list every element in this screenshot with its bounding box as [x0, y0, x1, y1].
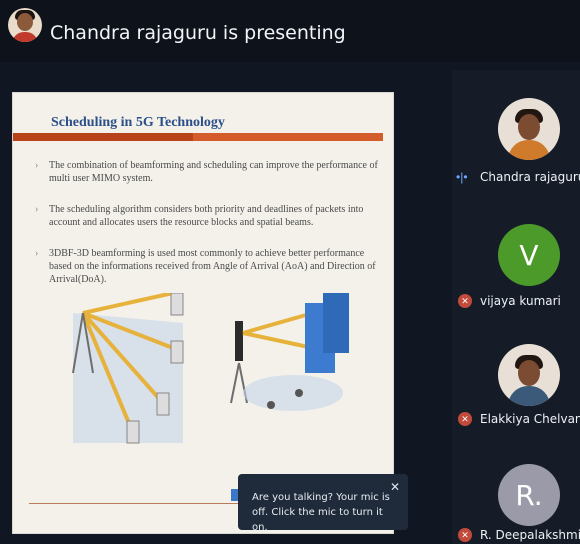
- participant-tile[interactable]: V ✕ vijaya kumari: [452, 190, 580, 308]
- presenter-avatar: [8, 8, 42, 42]
- participant-tile[interactable]: •|• Chandra rajaguru: [452, 70, 580, 184]
- participant-name: Chandra rajaguru: [480, 170, 580, 184]
- avatar: [498, 98, 560, 160]
- mic-off-icon: ✕: [458, 294, 472, 308]
- notification-message: Are you talking? Your mic is off. Click …: [252, 492, 390, 533]
- close-icon[interactable]: ✕: [390, 480, 400, 494]
- participant-name: vijaya kumari: [480, 294, 561, 308]
- participants-sidebar: •|• Chandra rajaguru V ✕ vijaya kumari ✕…: [452, 70, 580, 544]
- presenting-banner: Chandra rajaguru is presenting: [0, 0, 580, 62]
- participant-tile[interactable]: R. ✕ R. Deepalakshmi: [452, 430, 580, 544]
- avatar: V: [498, 224, 560, 286]
- shared-slide: Scheduling in 5G Technology The combinat…: [12, 92, 394, 534]
- avatar: R.: [498, 464, 560, 526]
- avatar: [498, 344, 560, 406]
- mic-off-icon: ✕: [458, 412, 472, 426]
- slide-bullet: The scheduling algorithm considers both …: [35, 203, 381, 229]
- participant-name: R. Deepalakshmi: [480, 528, 580, 542]
- participant-tile[interactable]: ✕ Elakkiya Chelvan: [452, 310, 580, 426]
- slide-bullet: The combination of beamforming and sched…: [35, 159, 381, 185]
- slide-bullet: 3DBF-3D beamforming is used most commonl…: [35, 247, 381, 286]
- slide-title-bar-accent: [13, 133, 193, 141]
- mic-off-icon: ✕: [458, 528, 472, 542]
- speaking-indicator-icon: •|•: [456, 170, 468, 184]
- meeting-window: Chandra rajaguru is presenting Schedulin…: [0, 0, 580, 544]
- participant-name: Elakkiya Chelvan: [480, 412, 580, 426]
- beamforming-diagram-right: [230, 293, 349, 411]
- presenting-label: Chandra rajaguru is presenting: [50, 22, 346, 44]
- mic-off-notification: Are you talking? Your mic is off. Click …: [238, 474, 408, 533]
- beamforming-diagram-left: [72, 293, 184, 444]
- slide-title: Scheduling in 5G Technology: [51, 115, 225, 130]
